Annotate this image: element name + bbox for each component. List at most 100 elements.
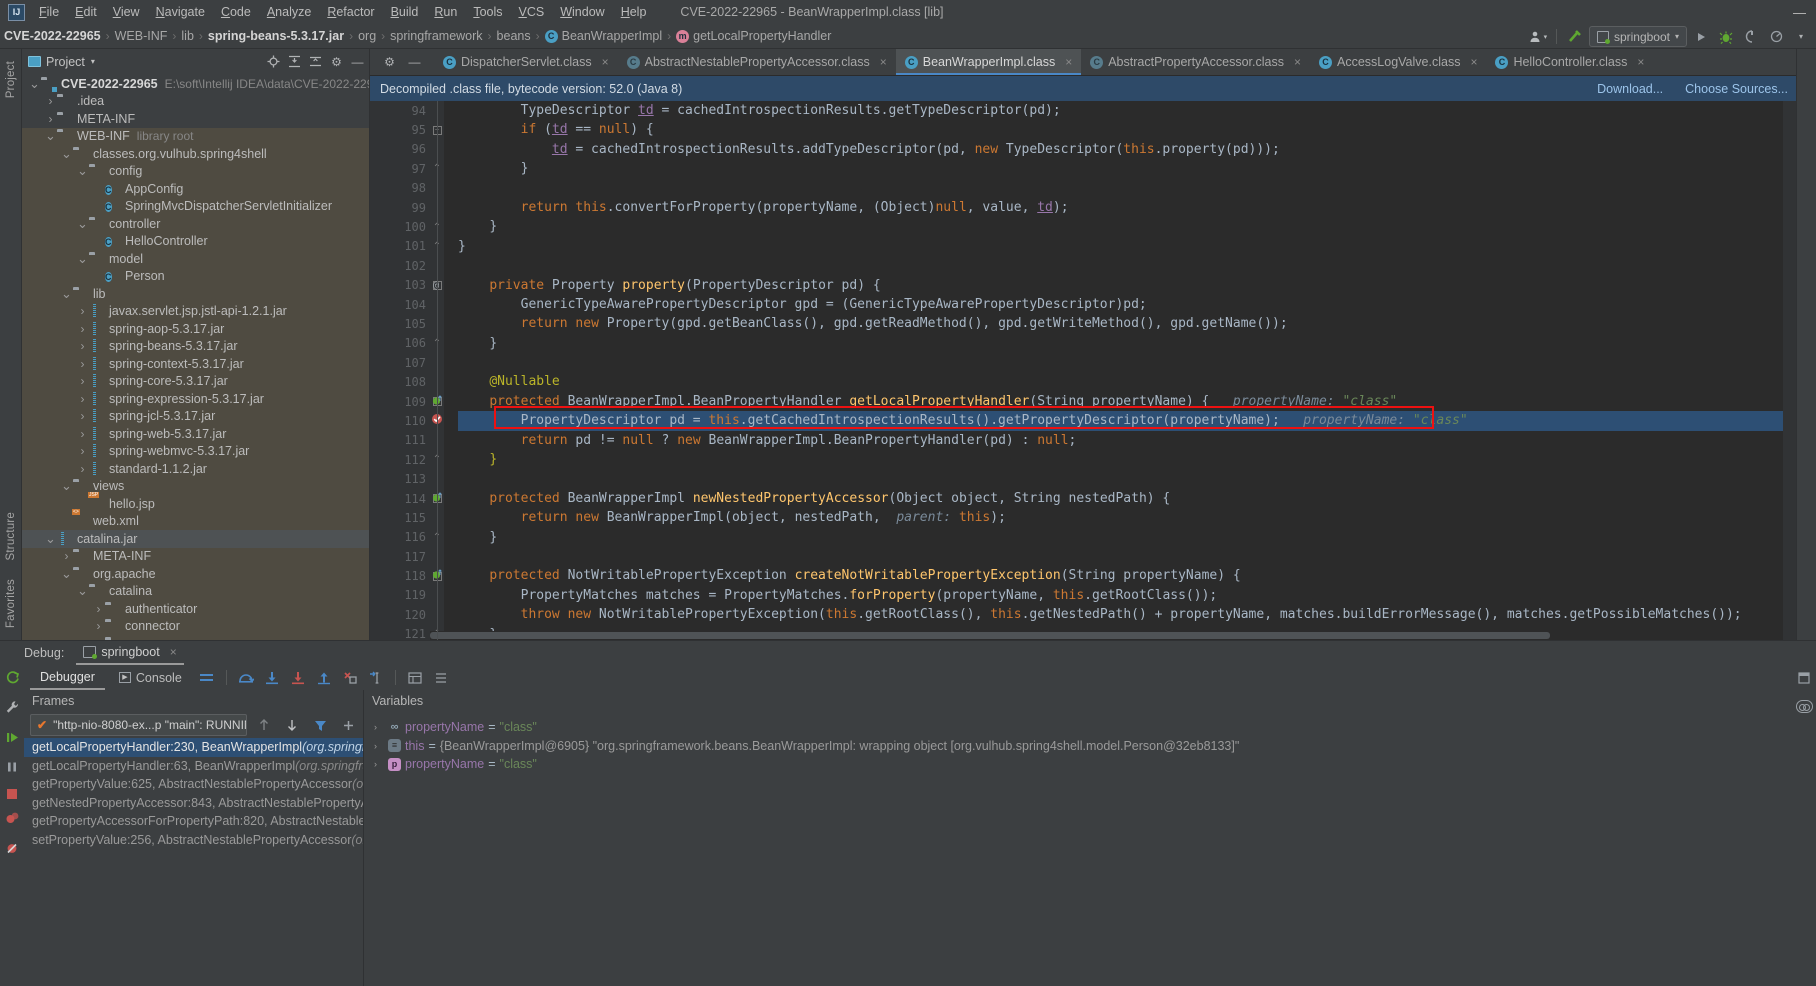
menu-item-analyze[interactable]: Analyze	[259, 2, 319, 22]
thread-selector[interactable]: ✔ "http-nio-8080-ex...p "main": RUNNING …	[30, 714, 247, 736]
tree-node-catalina[interactable]: ⌄ catalina	[22, 582, 369, 600]
more-options-chevron-icon[interactable]: ▾	[1790, 26, 1812, 47]
close-session-icon[interactable]: ×	[170, 645, 177, 659]
chevron-right-icon[interactable]: ›	[76, 357, 89, 371]
close-tab-icon[interactable]: ×	[1065, 55, 1072, 69]
code-line-115[interactable]: return new BeanWrapperImpl(object, neste…	[458, 508, 1783, 527]
line-number-116[interactable]: 116	[370, 528, 430, 547]
stop-program-icon[interactable]	[7, 789, 17, 799]
line-number-121[interactable]: 121	[370, 625, 430, 640]
force-step-into-icon[interactable]	[287, 667, 309, 689]
frame-row[interactable]: getPropertyValue:625, AbstractNestablePr…	[24, 775, 363, 794]
line-number-104[interactable]: 104	[370, 295, 430, 314]
code-line-112[interactable]: }	[458, 450, 1783, 469]
editor-tab-hellocontroller-class[interactable]: C HelloController.class ×	[1486, 49, 1653, 75]
tree-node-javax-servlet-jsp-jstl-api-1-2-1-jar[interactable]: › javax.servlet.jsp.jstl-api-1.2.1.jar	[22, 302, 369, 320]
code-line-113[interactable]	[458, 469, 1783, 488]
frame-row[interactable]: getLocalPropertyHandler:63, BeanWrapperI…	[24, 757, 363, 776]
menu-item-tools[interactable]: Tools	[465, 2, 510, 22]
chevron-right-icon[interactable]: ›	[76, 374, 89, 388]
variables-list[interactable]: › ∞ propertyName = "class" › ≡ this = {BeanWrappe…	[364, 712, 1792, 774]
chevron-down-icon[interactable]: ⌄	[44, 129, 57, 142]
line-number-97[interactable]: 97	[370, 159, 430, 178]
horizontal-scrollbar-thumb[interactable]	[430, 632, 1550, 639]
line-number-96[interactable]: 96	[370, 140, 430, 159]
code-line-107[interactable]	[458, 353, 1783, 372]
close-tab-icon[interactable]: ×	[602, 55, 609, 69]
tree-node-meta-inf[interactable]: › META-INF	[22, 547, 369, 565]
tree-node-person[interactable]: C Person	[22, 267, 369, 285]
rerun-icon[interactable]	[5, 670, 20, 688]
tree-node-catalina-jar[interactable]: ⌄ catalina.jar	[22, 530, 369, 548]
close-tab-icon[interactable]: ×	[1637, 55, 1644, 69]
frames-list[interactable]: getLocalPropertyHandler:230, BeanWrapper…	[24, 738, 363, 986]
override-marker-icon[interactable]: @	[430, 280, 442, 291]
view-breakpoints-icon[interactable]	[5, 811, 20, 829]
chevron-right-icon[interactable]: ›	[374, 741, 388, 751]
filter-frames-icon[interactable]	[309, 714, 331, 736]
line-number-99[interactable]: 99	[370, 198, 430, 217]
menu-item-code[interactable]: Code	[213, 2, 259, 22]
breadcrumb-item-0[interactable]: CVE-2022-22965	[4, 29, 101, 43]
editor-hide-icon[interactable]: —	[405, 53, 424, 72]
hammer-build-icon[interactable]	[1564, 26, 1586, 47]
breadcrumb-item-4[interactable]: org	[358, 29, 376, 43]
editor-tab-abstractpropertyaccessor-class[interactable]: C AbstractPropertyAccessor.class ×	[1081, 49, 1310, 75]
chevron-down-icon[interactable]: ⌄	[76, 252, 89, 265]
tree-node-hellocontroller[interactable]: C HelloController	[22, 232, 369, 250]
resume-program-icon[interactable]	[5, 730, 20, 748]
frame-down-icon[interactable]	[281, 714, 303, 736]
editor-tab-dispatcherservlet-class[interactable]: C DispatcherServlet.class ×	[434, 49, 618, 75]
chevron-right-icon[interactable]: ›	[92, 602, 105, 616]
tab-console[interactable]: ▶ Console	[109, 666, 192, 690]
tree-node-views[interactable]: ⌄ views	[22, 477, 369, 495]
chevron-right-icon[interactable]: ›	[76, 409, 89, 423]
code-line-118[interactable]: protected NotWritablePropertyException c…	[458, 566, 1783, 585]
close-tab-icon[interactable]: ×	[1294, 55, 1301, 69]
frame-up-icon[interactable]	[253, 714, 275, 736]
choose-sources-link[interactable]: Choose Sources...	[1685, 82, 1788, 96]
tree-node-authenticator[interactable]: › authenticator	[22, 600, 369, 618]
menu-item-file[interactable]: File	[31, 2, 67, 22]
code-line-119[interactable]: PropertyMatches matches = PropertyMatche…	[458, 586, 1783, 605]
chevron-down-icon[interactable]: ⌄	[60, 567, 73, 580]
debug-button[interactable]	[1715, 26, 1737, 47]
code-line-99[interactable]: return this.convertForProperty(propertyN…	[458, 198, 1783, 217]
line-number-117[interactable]: 117	[370, 547, 430, 566]
tree-node-config[interactable]: ⌄ config	[22, 162, 369, 180]
code-line-104[interactable]: GenericTypeAwarePropertyDescriptor gpd =…	[458, 295, 1783, 314]
tree-node-spring-aop-5-3-17-jar[interactable]: › spring-aop-5.3.17.jar	[22, 320, 369, 338]
line-number-120[interactable]: 120	[370, 605, 430, 624]
line-number-108[interactable]: 108	[370, 372, 430, 391]
code-line-96[interactable]: td = cachedIntrospectionResults.addTypeD…	[458, 140, 1783, 159]
line-number-114[interactable]: 114	[370, 489, 442, 508]
chevron-down-icon[interactable]: ⌄	[60, 147, 73, 160]
line-number-111[interactable]: 111	[370, 431, 430, 450]
editor-tab-beanwrapperimpl-class[interactable]: C BeanWrapperImpl.class ×	[895, 49, 1082, 75]
menu-item-vcs[interactable]: VCS	[511, 2, 553, 22]
tree-node-standard-1-1-2-jar[interactable]: › standard-1.1.2.jar	[22, 460, 369, 478]
chevron-right-icon[interactable]: ›	[76, 339, 89, 353]
line-number-109[interactable]: 109	[370, 392, 442, 411]
line-number-107[interactable]: 107	[370, 353, 430, 372]
tree-node-model[interactable]: ⌄ model	[22, 250, 369, 268]
add-frame-icon[interactable]	[337, 714, 359, 736]
coverage-icon[interactable]	[1765, 26, 1787, 47]
code-line-108[interactable]: @Nullable	[458, 372, 1783, 391]
step-out-icon[interactable]	[313, 667, 335, 689]
tree-node-spring-webmvc-5-3-17-jar[interactable]: › spring-webmvc-5.3.17.jar	[22, 442, 369, 460]
chevron-right-icon[interactable]: ›	[76, 444, 89, 458]
line-number-118[interactable]: 118	[370, 566, 442, 585]
code-line-101[interactable]: }	[458, 237, 1783, 256]
code-line-110[interactable]: PropertyDescriptor pd = this.getCachedIn…	[458, 411, 1783, 431]
tree-node-spring-core-5-3-17-jar[interactable]: › spring-core-5.3.17.jar	[22, 372, 369, 390]
tree-node-web-xml[interactable]: web.xml	[22, 512, 369, 530]
tree-node-classes-org-vulhub-spring4shell[interactable]: ⌄ classes.org.vulhub.spring4shell	[22, 145, 369, 163]
evaluate-expression-icon[interactable]	[404, 667, 426, 689]
tab-debugger[interactable]: Debugger	[30, 666, 105, 690]
code-content[interactable]: TypeDescriptor td = cachedIntrospectionR…	[444, 101, 1783, 640]
tree-node-appconfig[interactable]: C AppConfig	[22, 180, 369, 198]
tree-node-controller[interactable]: ⌄ controller	[22, 215, 369, 233]
breadcrumb-item-1[interactable]: WEB-INF	[115, 29, 168, 43]
breadcrumb-item-3[interactable]: spring-beans-5.3.17.jar	[208, 29, 344, 43]
